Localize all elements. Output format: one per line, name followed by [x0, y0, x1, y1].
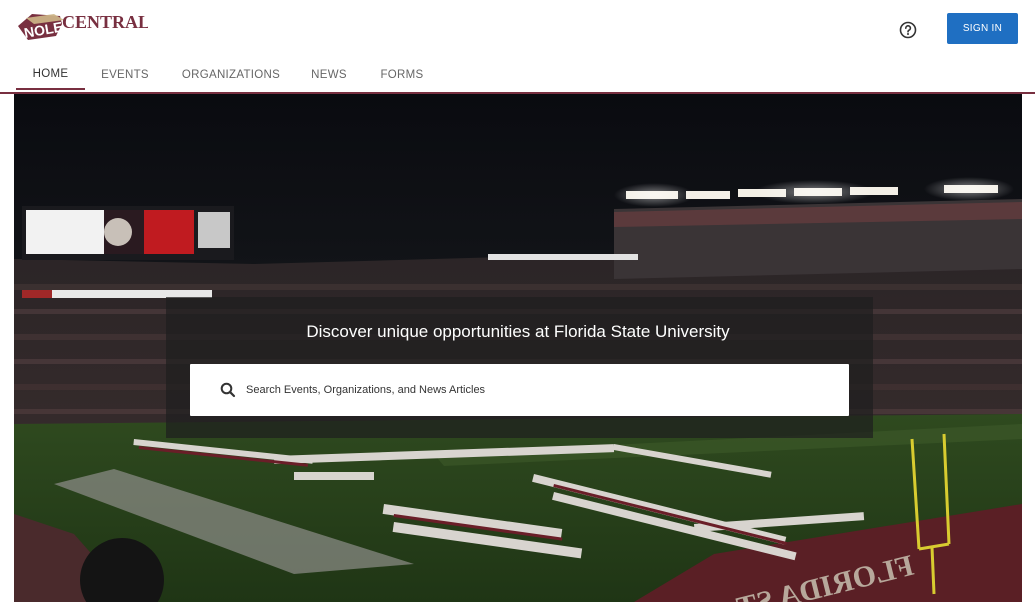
- search-icon: [220, 382, 236, 398]
- logo-mark: NOLE CENTRAL: [18, 12, 150, 41]
- nolecentral-logo[interactable]: NOLE CENTRAL: [16, 6, 150, 48]
- tab-events[interactable]: EVENTS: [94, 60, 156, 90]
- tab-news[interactable]: NEWS: [303, 60, 355, 90]
- sign-in-button[interactable]: SIGN IN: [947, 13, 1018, 44]
- tab-forms[interactable]: FORMS: [372, 60, 432, 90]
- search-input[interactable]: [246, 364, 836, 416]
- tab-organizations[interactable]: ORGANIZATIONS: [176, 60, 286, 90]
- hero-banner: FLORIDA ST Discover unique opportunities…: [14, 94, 1022, 602]
- main-nav: HOME EVENTS ORGANIZATIONS NEWS FORMS: [0, 60, 1035, 93]
- question-circle-icon: [899, 21, 917, 39]
- help-button[interactable]: [894, 16, 922, 44]
- hero-title: Discover unique opportunities at Florida…: [306, 322, 730, 341]
- search-box: [190, 364, 849, 416]
- app-header: NOLE CENTRAL SIGN IN: [0, 0, 1035, 60]
- svg-text:CENTRAL: CENTRAL: [62, 12, 148, 32]
- tab-home[interactable]: HOME: [16, 60, 85, 90]
